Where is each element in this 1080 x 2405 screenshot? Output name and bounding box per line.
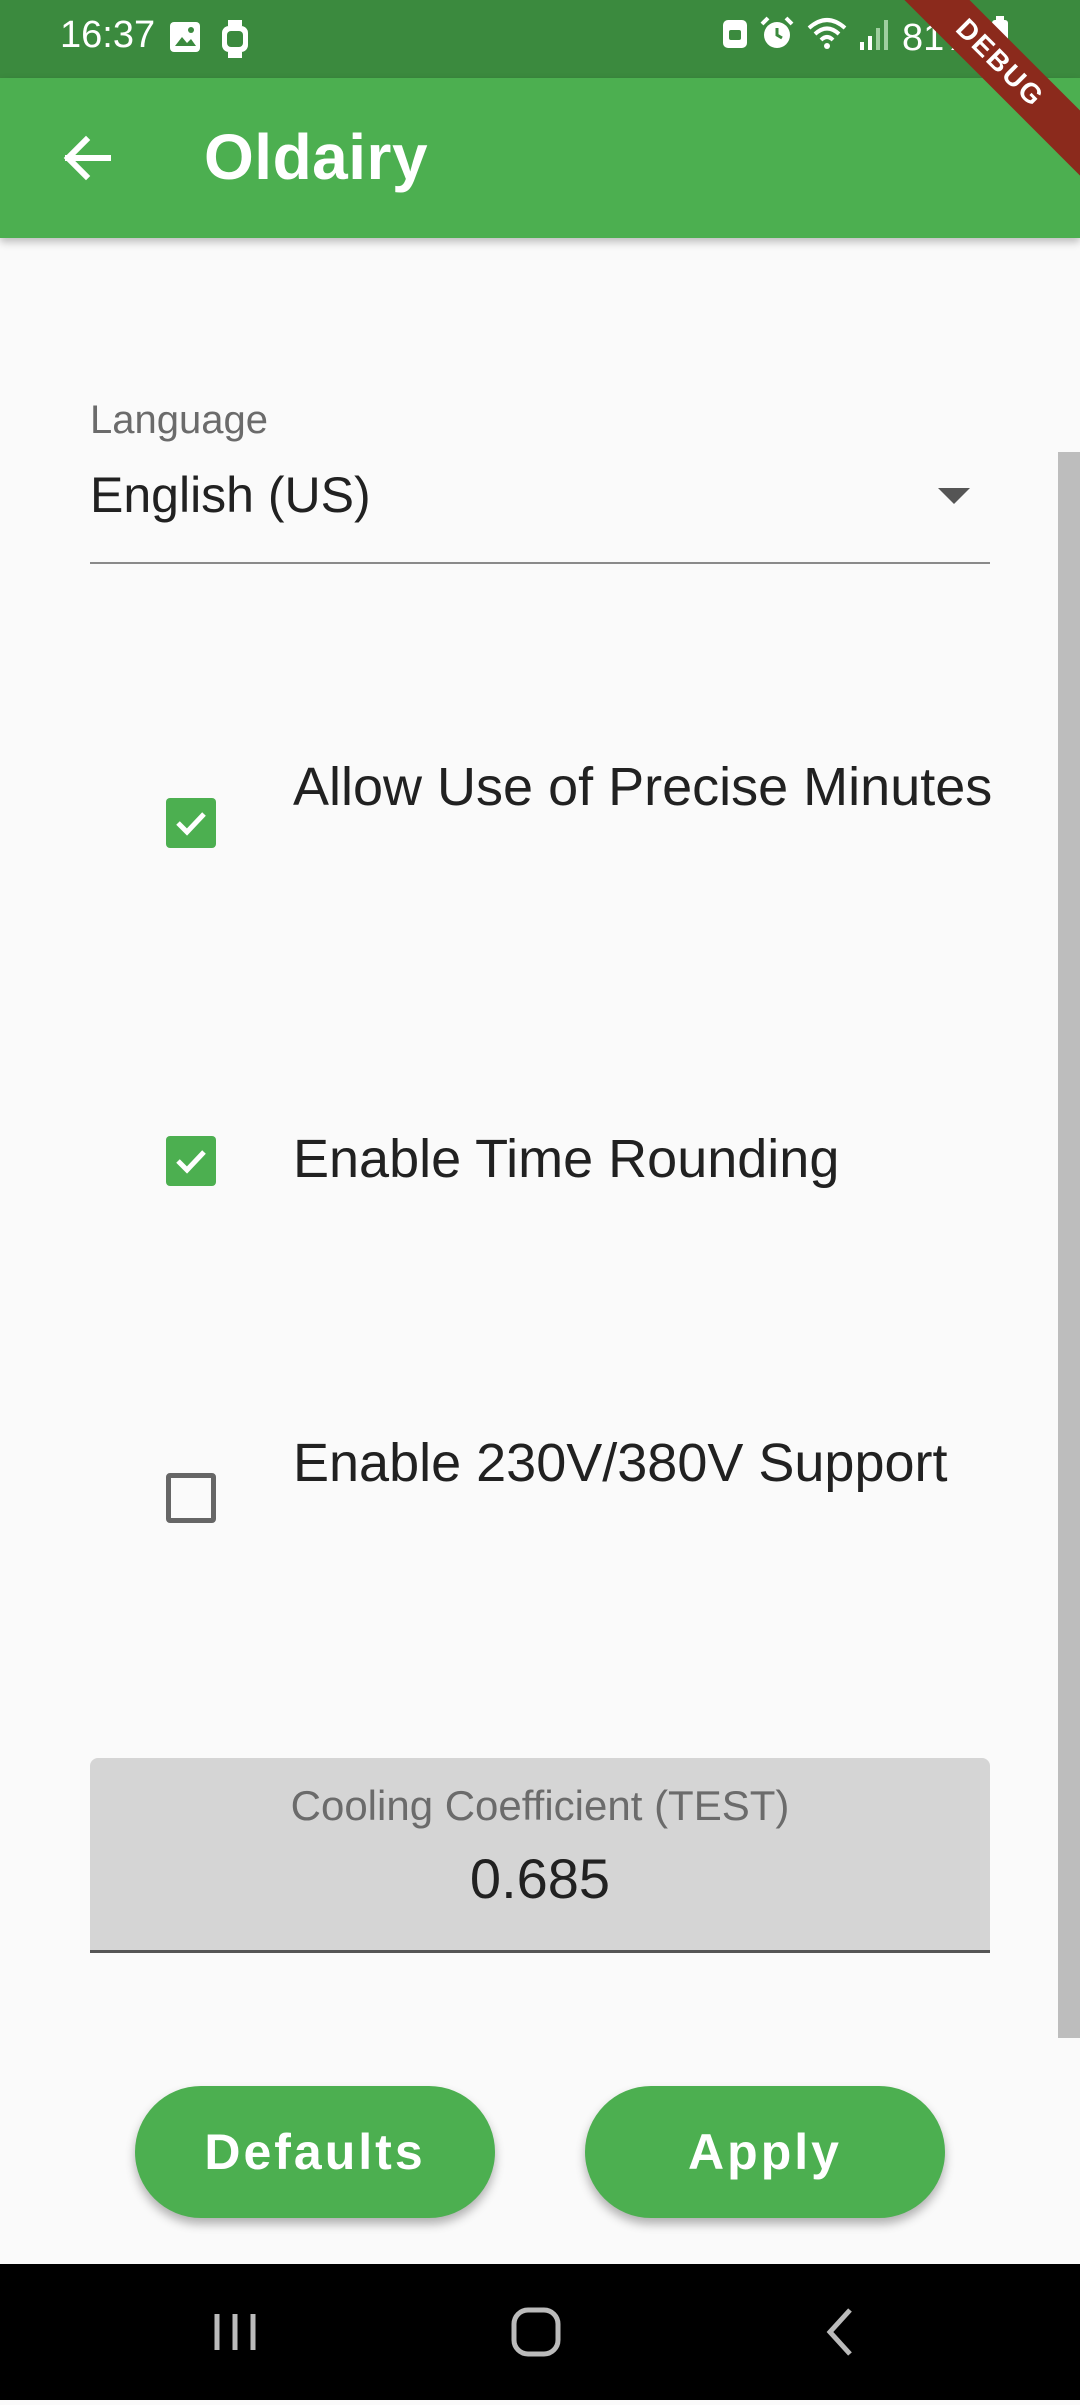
precise-minutes-label[interactable]: Allow Use of Precise Minutes [293, 754, 993, 820]
nav-back-button[interactable] [780, 2264, 900, 2400]
check-icon [176, 812, 206, 836]
cooling-coefficient-field[interactable]: Cooling Coefficient (TEST) 0.685 [90, 1758, 990, 1953]
dropdown-arrow-icon[interactable] [938, 488, 970, 504]
apply-button[interactable]: Apply [585, 2086, 945, 2218]
time-rounding-checkbox[interactable] [166, 1136, 216, 1186]
home-icon [511, 2307, 561, 2357]
image-icon [168, 20, 202, 63]
page-title: Oldairy [204, 121, 429, 193]
android-icon [722, 17, 748, 60]
language-value[interactable]: English (US) [90, 466, 371, 524]
navigation-bar [0, 2264, 1080, 2400]
alarm-icon [760, 16, 794, 60]
app-bar: Oldairy [0, 78, 1080, 238]
cooling-coefficient-value[interactable]: 0.685 [90, 1846, 990, 1911]
cooling-coefficient-label: Cooling Coefficient (TEST) [290, 1782, 790, 1829]
precise-minutes-checkbox[interactable] [166, 798, 216, 848]
scrollbar[interactable] [1058, 452, 1080, 2038]
watch-icon [218, 20, 252, 63]
recents-button[interactable] [175, 2264, 295, 2400]
voltage-support-label[interactable]: Enable 230V/380V Support [293, 1430, 993, 1496]
voltage-support-checkbox[interactable] [166, 1473, 216, 1523]
home-button[interactable] [476, 2264, 596, 2400]
wifi-icon [806, 16, 848, 60]
arrow-back-icon [48, 135, 128, 202]
defaults-button[interactable]: Defaults [135, 2086, 495, 2218]
back-icon [826, 2308, 852, 2356]
recents-icon [214, 2314, 256, 2350]
back-button[interactable] [48, 118, 128, 198]
signal-icon [859, 17, 890, 60]
status-time: 16:37 [60, 14, 156, 56]
language-label: Language [90, 398, 268, 442]
time-rounding-label[interactable]: Enable Time Rounding [293, 1126, 993, 1192]
language-underline [90, 562, 990, 564]
check-icon [176, 1150, 206, 1174]
